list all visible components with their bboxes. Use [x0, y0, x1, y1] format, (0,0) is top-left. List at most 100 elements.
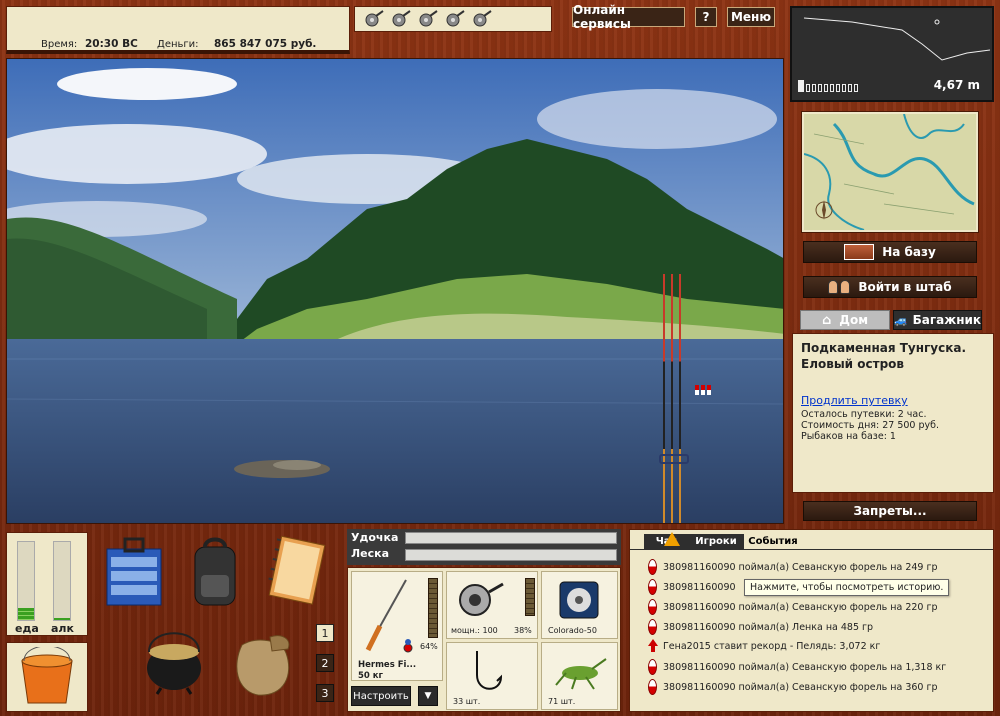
- food-label: еда: [15, 622, 39, 635]
- line-status-label: Леска: [351, 547, 390, 560]
- backpack-icon[interactable]: [187, 537, 243, 609]
- rod-percent: 64%: [420, 642, 438, 651]
- day-cost: Стоимость дня: 27 500 руб.: [801, 420, 940, 431]
- depth-value: 4,67 m: [933, 78, 980, 92]
- event-row: 380981160090 поймал(а) Севанскую форель …: [648, 599, 938, 615]
- bite-indicator: [695, 385, 711, 395]
- line-slot[interactable]: Colorado-50: [541, 571, 618, 639]
- tackle-slots: 64% Hermes Fi... 50 кг мощн.: 100 38% Co…: [347, 567, 621, 712]
- setup-dropdown-button[interactable]: ▼: [418, 686, 438, 706]
- event-text: 380981160090 поймал(а) Ленка на 485 гр: [663, 621, 874, 633]
- to-base-button[interactable]: На базу: [803, 241, 977, 263]
- events-panel: Чат Игроки События 380981160090 поймал(а…: [629, 529, 994, 712]
- rod-stand[interactable]: [659, 274, 689, 523]
- alcohol-meter-fill: [54, 618, 70, 620]
- needs-panel: еда алк: [6, 532, 88, 636]
- rod-weight: 50 кг: [358, 671, 383, 681]
- reel-icon[interactable]: [390, 8, 412, 31]
- people-icon: [828, 280, 851, 294]
- map-image: [803, 113, 976, 231]
- event-text: 380981160090 поймал(а) Севанскую форель …: [663, 601, 938, 613]
- help-button[interactable]: ?: [695, 7, 717, 27]
- reel-icon[interactable]: [363, 8, 385, 31]
- extend-permit-link[interactable]: Продлить путевку: [801, 394, 985, 407]
- bobber-icon: [648, 619, 657, 635]
- rod-icon: [365, 579, 413, 653]
- permit-remaining: Осталось путевки: 2 час.: [801, 409, 927, 420]
- hook-slot[interactable]: 33 шт.: [446, 642, 538, 710]
- bait-count: 71 шт.: [548, 697, 576, 706]
- time-label: Время:: [41, 39, 78, 50]
- bait-slot[interactable]: 71 шт.: [541, 642, 618, 710]
- menu-button[interactable]: Меню: [727, 7, 775, 27]
- rod-wear-bar: [428, 578, 438, 638]
- tab-events[interactable]: События: [744, 533, 802, 549]
- alcohol-label: алк: [51, 622, 74, 635]
- online-services-button[interactable]: Онлайн сервисы: [572, 3, 685, 31]
- tackle-box-icon[interactable]: [103, 535, 165, 607]
- tab-trunk-label: Багажник: [912, 313, 982, 327]
- hotkey-1[interactable]: 1: [316, 624, 334, 642]
- bobber-icon: [648, 579, 657, 595]
- bucket-icon: [21, 647, 73, 704]
- alcohol-meter: [53, 541, 71, 621]
- time-value: 20:30 ВС: [85, 38, 138, 50]
- headquarters-button[interactable]: Войти в штаб: [803, 276, 977, 298]
- bans-button[interactable]: Запреты...: [803, 501, 977, 521]
- depth-profile-graph: [803, 17, 991, 61]
- echo-sounder: 4,67 m: [790, 6, 994, 102]
- food-meter: [17, 541, 35, 621]
- line-name: Colorado-50: [548, 626, 597, 635]
- event-row: 380981160090 поймал(а) Ленка на 485 гр: [648, 619, 873, 635]
- event-row: 380981160090 поймал(а) Севанскую форель …: [648, 559, 938, 575]
- tab-chat[interactable]: Чат: [644, 532, 688, 549]
- reel-power: мощн.: 100: [451, 626, 498, 635]
- tackle-status: Удочка Леска: [347, 529, 621, 565]
- cauldron-icon[interactable]: [143, 622, 205, 696]
- money-label: Деньги:: [157, 39, 199, 50]
- battery-icon: [798, 80, 858, 92]
- event-text: 380981160090: [663, 581, 736, 593]
- hotkey-2[interactable]: 2: [316, 654, 334, 672]
- status-panel: Время: 20:30 ВС Деньги: 865 847 075 руб.: [6, 6, 350, 54]
- event-text: 380981160090 поймал(а) Севанскую форель …: [663, 681, 938, 693]
- record-arrow-icon: [648, 639, 658, 653]
- rod-status-label: Удочка: [351, 531, 399, 544]
- reel-slot[interactable]: мощн.: 100 38%: [446, 571, 538, 639]
- reel-icon[interactable]: [444, 8, 466, 31]
- location-name: Подкаменная Тунгуска. Еловый остров: [801, 341, 967, 371]
- rod-tension-bar: [405, 532, 617, 544]
- line-tension-bar: [405, 549, 617, 561]
- rod-slot[interactable]: 64% Hermes Fi... 50 кг: [351, 571, 443, 681]
- money-value: 865 847 075 руб.: [214, 38, 317, 50]
- event-row: 380981160090 поймал(а) Севанскую форель …: [648, 679, 938, 695]
- event-text: Гена2015 ставит рекорд - Пелядь: 3,072 к…: [663, 640, 881, 652]
- event-row: Гена2015 ставит рекорд - Пелядь: 3,072 к…: [648, 639, 880, 653]
- food-meter-fill: [18, 608, 34, 620]
- location-map[interactable]: [802, 112, 978, 232]
- notebook-icon[interactable]: [265, 534, 327, 606]
- fish-bucket[interactable]: [6, 642, 88, 712]
- setup-button[interactable]: Настроить: [351, 686, 411, 706]
- event-text: 380981160090 поймал(а) Севанскую форель …: [663, 661, 947, 673]
- hook-icon: [476, 651, 503, 690]
- event-row: 380981160090 поймал(а) Севанскую форель …: [648, 659, 946, 675]
- rod-name: Hermes Fi...: [358, 660, 417, 670]
- fishers-count: Рыбаков на базе: 1: [801, 431, 896, 442]
- reel-icon[interactable]: [471, 8, 493, 31]
- tab-players[interactable]: Игроки: [688, 534, 744, 549]
- grasshopper-icon: [555, 658, 607, 690]
- home-icon: ⌂: [821, 312, 832, 328]
- hook-count: 33 шт.: [453, 697, 481, 706]
- bobber-icon: [648, 599, 657, 615]
- location-info-panel: Подкаменная Тунгуска. Еловый остров Прод…: [792, 333, 994, 493]
- hotkey-3[interactable]: 3: [316, 684, 334, 702]
- to-base-label: На базу: [882, 245, 936, 259]
- house-icon: [844, 244, 875, 260]
- tab-home[interactable]: ⌂ Дом: [800, 310, 890, 330]
- fishing-scene[interactable]: [6, 58, 784, 524]
- bait-sack-icon[interactable]: [228, 625, 298, 699]
- reel-icon[interactable]: [417, 8, 439, 31]
- tab-trunk[interactable]: 🚙 Багажник: [893, 310, 982, 330]
- headquarters-label: Войти в штаб: [858, 280, 952, 294]
